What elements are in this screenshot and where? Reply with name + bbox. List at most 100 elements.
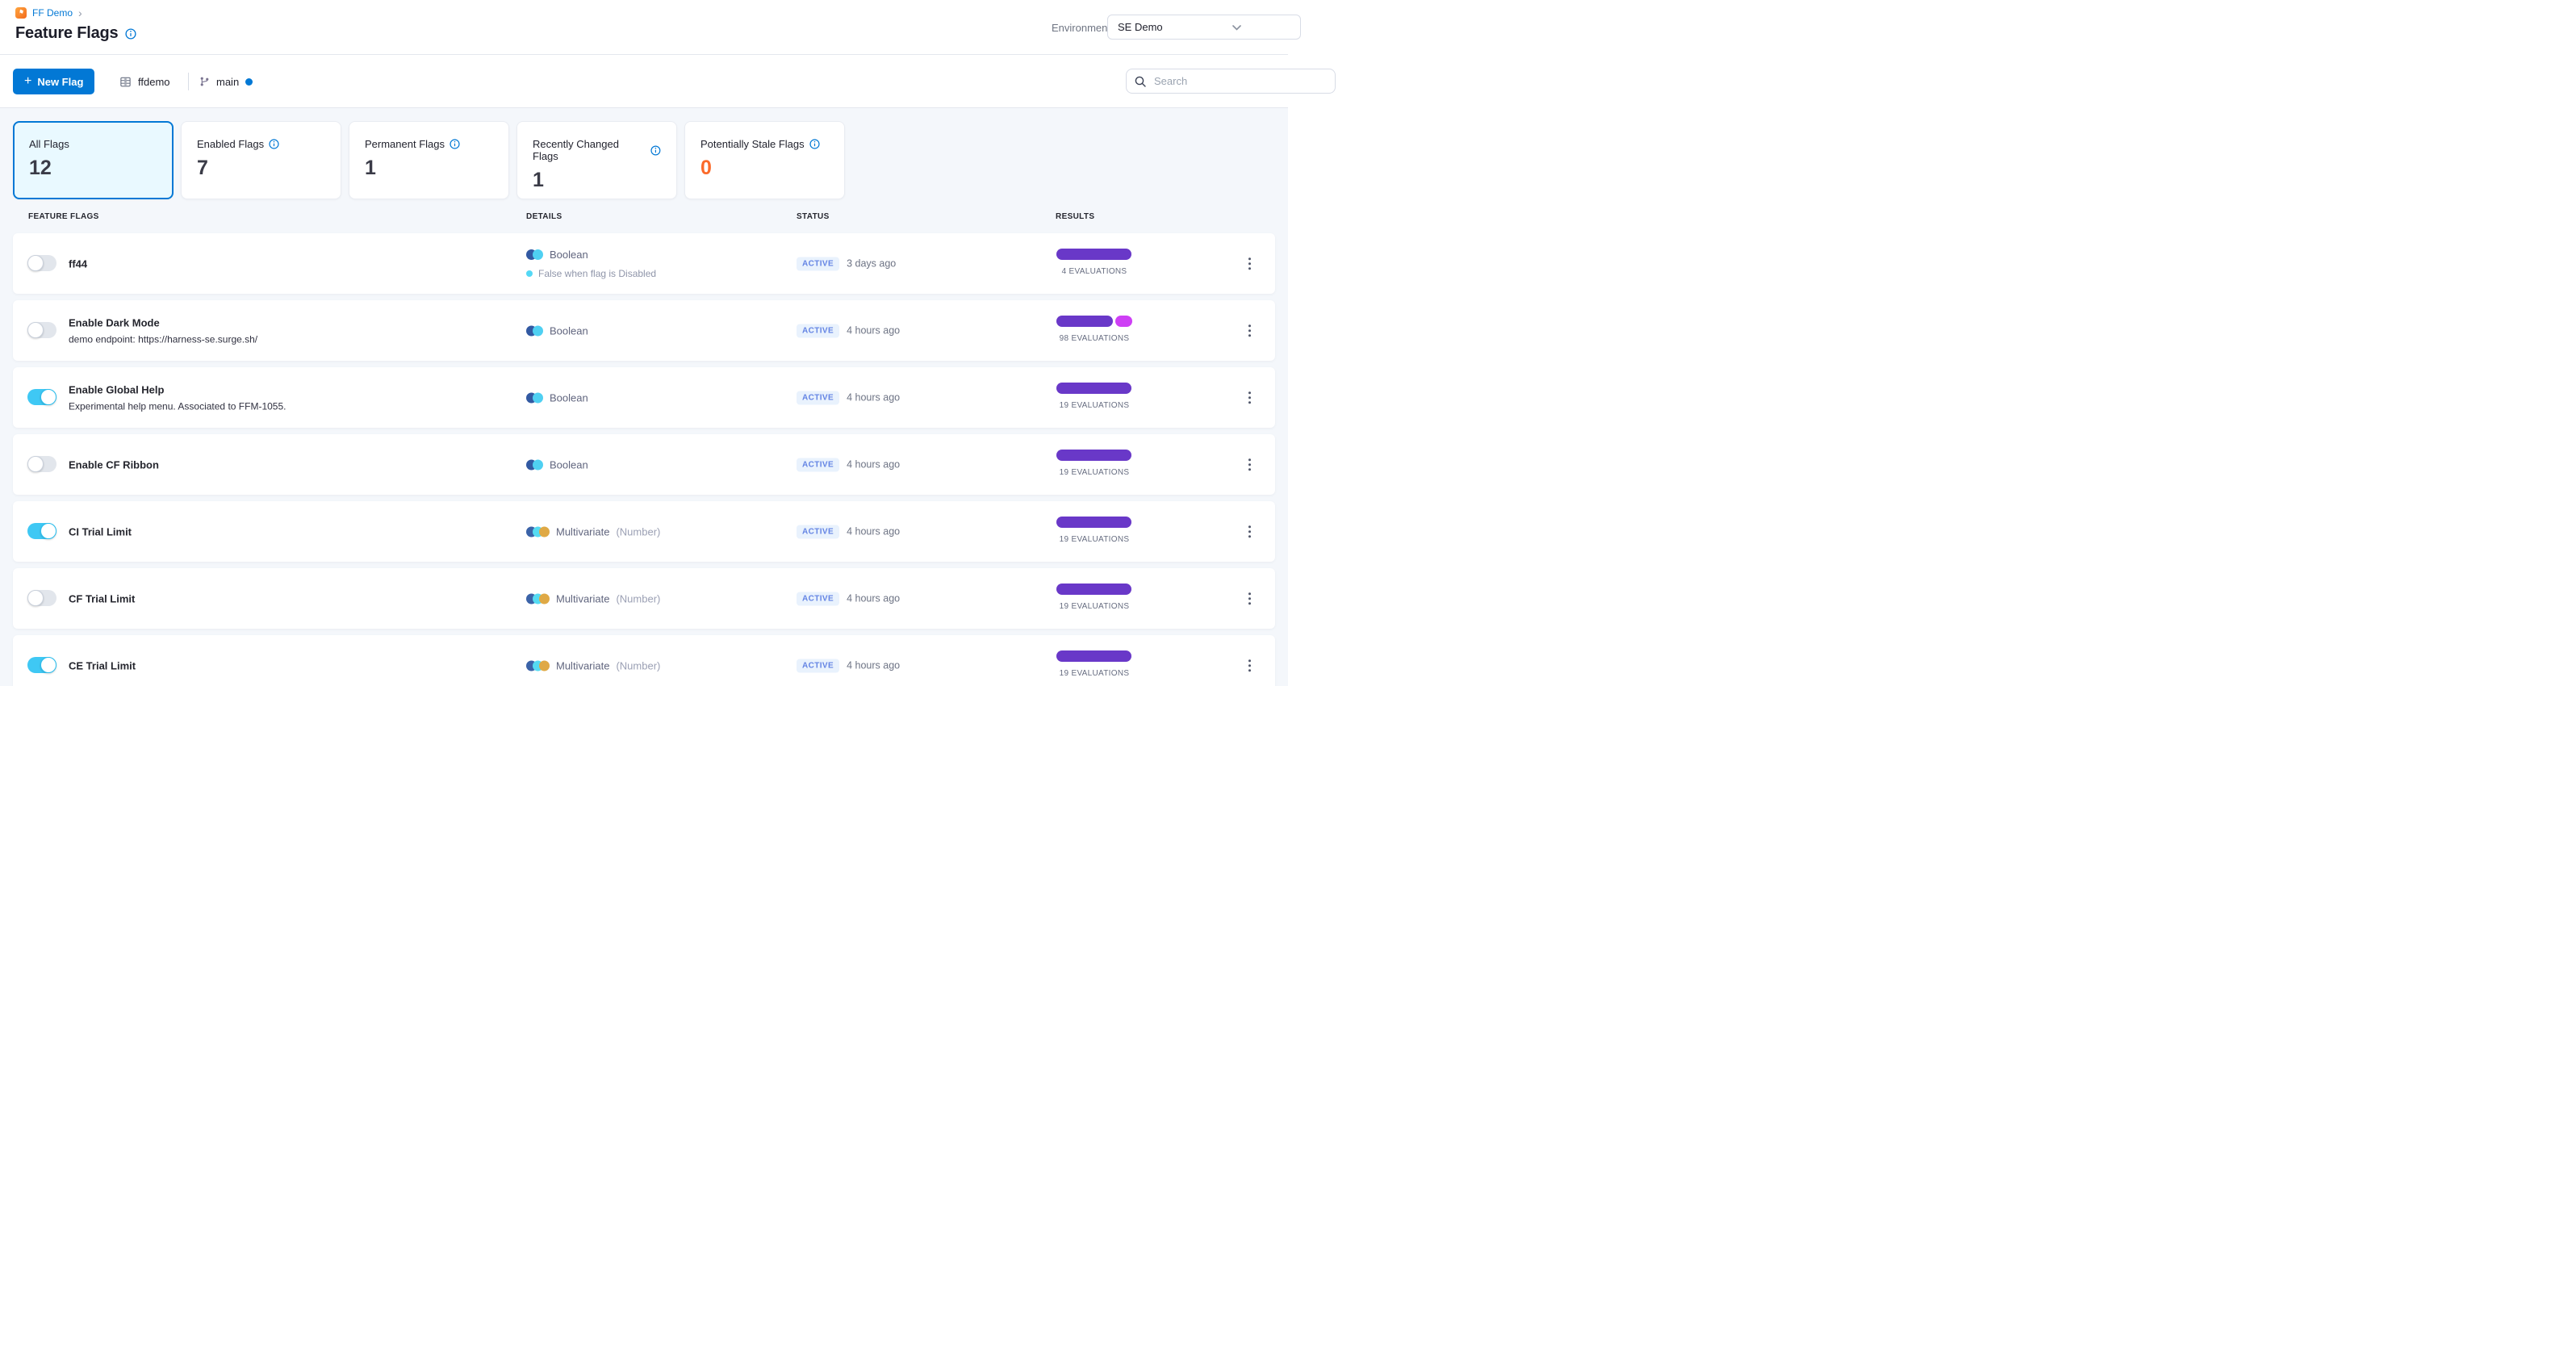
flag-name-block: Enable CF Ribbon bbox=[69, 458, 159, 471]
evaluation-bar-segment bbox=[1115, 316, 1132, 327]
environment-label: Environment bbox=[1052, 22, 1110, 34]
flag-type-line: Boolean bbox=[526, 249, 656, 261]
flag-name: ff44 bbox=[69, 257, 88, 270]
flag-toggle[interactable] bbox=[27, 322, 56, 338]
info-icon[interactable] bbox=[125, 27, 137, 40]
stat-card-potentially-stale-flags[interactable]: Potentially Stale Flags 0 bbox=[684, 121, 845, 199]
stat-card-value: 0 bbox=[700, 157, 712, 179]
last-updated: 4 hours ago bbox=[847, 659, 901, 671]
row-menu-button[interactable] bbox=[1244, 454, 1256, 475]
stat-card-permanent-flags[interactable]: Permanent Flags 1 bbox=[349, 121, 509, 199]
chevron-down-icon bbox=[1232, 25, 1241, 31]
search-box[interactable] bbox=[1126, 69, 1336, 94]
flag-toggle[interactable] bbox=[27, 389, 56, 405]
repository-selector[interactable]: ffdemo bbox=[119, 55, 170, 108]
chevron-right-icon: › bbox=[78, 6, 82, 19]
flag-name: Enable Dark Mode bbox=[69, 316, 160, 328]
boolean-type-icon bbox=[526, 459, 543, 470]
last-updated: 4 hours ago bbox=[847, 391, 901, 404]
flag-row-enable-dark-mode: Enable Dark Mode demo endpoint: https://h… bbox=[13, 300, 1275, 361]
evaluation-bar-segment bbox=[1056, 517, 1131, 528]
breadcrumb[interactable]: FF Demo › bbox=[15, 7, 82, 19]
info-icon[interactable] bbox=[650, 145, 661, 156]
flag-description: demo endpoint: https://harness-se.surge.… bbox=[69, 333, 258, 345]
stat-card-label-row: Recently Changed Flags bbox=[533, 138, 661, 162]
variation-dot bbox=[533, 459, 543, 470]
row-menu-button[interactable] bbox=[1244, 521, 1256, 542]
kebab-dot bbox=[1248, 266, 1251, 270]
flag-name: CE Trial Limit bbox=[69, 659, 136, 671]
status-badge: ACTIVE bbox=[797, 659, 840, 672]
flag-status: ACTIVE 4 hours ago bbox=[797, 525, 900, 538]
flag-type-label: Boolean bbox=[550, 248, 588, 261]
kebab-dot bbox=[1248, 333, 1251, 337]
info-icon[interactable] bbox=[269, 139, 279, 149]
flag-details: Boolean bbox=[526, 324, 588, 337]
flag-results: 19 EVALUATIONS bbox=[1056, 650, 1132, 678]
kebab-dot bbox=[1248, 467, 1251, 471]
flag-name-block: CE Trial Limit bbox=[69, 659, 136, 671]
evaluation-bars bbox=[1056, 584, 1132, 595]
variation-dot bbox=[539, 593, 550, 604]
column-header-details: DETAILS bbox=[526, 212, 562, 221]
row-menu-button[interactable] bbox=[1244, 588, 1256, 609]
plus-icon: + bbox=[24, 74, 32, 88]
flag-row-ce-trial-limit: CE Trial Limit Multivariate (Number) ACTIVE… bbox=[13, 635, 1275, 686]
branch-selector[interactable]: main bbox=[199, 55, 253, 108]
last-updated: 3 days ago bbox=[847, 257, 897, 270]
row-menu-button[interactable] bbox=[1244, 320, 1256, 341]
evaluation-bars bbox=[1056, 517, 1132, 528]
flag-toggle[interactable] bbox=[27, 657, 56, 673]
flag-details: Multivariate (Number) bbox=[526, 525, 660, 538]
breadcrumb-project-link[interactable]: FF Demo bbox=[32, 7, 73, 19]
toolbar: + New Flag ffdemo main bbox=[0, 55, 1336, 108]
flag-type-line: Boolean bbox=[526, 458, 588, 471]
search-input[interactable] bbox=[1152, 74, 1282, 88]
row-menu-button[interactable] bbox=[1244, 655, 1256, 676]
flag-toggle[interactable] bbox=[27, 590, 56, 606]
stat-card-enabled-flags[interactable]: Enabled Flags 7 bbox=[181, 121, 341, 199]
flag-type-suffix: (Number) bbox=[616, 525, 661, 538]
stat-card-recently-changed-flags[interactable]: Recently Changed Flags 1 bbox=[516, 121, 677, 199]
flag-toggle[interactable] bbox=[27, 255, 56, 271]
branch-status-dot bbox=[245, 77, 253, 86]
kebab-dot bbox=[1248, 659, 1251, 663]
row-menu-button[interactable] bbox=[1244, 387, 1256, 408]
flag-results: 4 EVALUATIONS bbox=[1056, 249, 1132, 276]
stat-card-label: Permanent Flags bbox=[365, 138, 445, 150]
kebab-dot bbox=[1248, 400, 1251, 404]
status-badge: ACTIVE bbox=[797, 592, 840, 605]
flag-toggle[interactable] bbox=[27, 523, 56, 539]
boolean-type-icon bbox=[526, 249, 543, 260]
row-menu-button[interactable] bbox=[1244, 253, 1256, 274]
info-icon[interactable] bbox=[450, 139, 460, 149]
stat-card-label-row: All Flags bbox=[29, 138, 157, 150]
kebab-dot bbox=[1248, 596, 1251, 600]
flag-details: Boolean bbox=[526, 458, 588, 471]
kebab-dot bbox=[1248, 458, 1251, 462]
new-flag-label: New Flag bbox=[37, 75, 84, 88]
new-flag-button[interactable]: + New Flag bbox=[13, 69, 95, 94]
flag-description: Experimental help menu. Associated to FF… bbox=[69, 400, 286, 412]
default-variation-note: False when flag is Disabled bbox=[526, 268, 656, 279]
info-icon[interactable] bbox=[809, 139, 820, 149]
flag-name-block: ff44 bbox=[69, 257, 87, 270]
kebab-dot bbox=[1248, 462, 1251, 466]
last-updated: 4 hours ago bbox=[847, 324, 901, 337]
flag-results: 19 EVALUATIONS bbox=[1056, 450, 1132, 477]
divider bbox=[188, 73, 189, 90]
table-header: FEATURE FLAGS DETAILS STATUS RESULTS bbox=[13, 199, 1275, 233]
stat-card-label-row: Enabled Flags bbox=[197, 138, 325, 150]
flag-row-cf-trial-limit: CF Trial Limit Multivariate (Number) ACTIVE… bbox=[13, 568, 1275, 629]
flag-type-line: Multivariate (Number) bbox=[526, 592, 660, 604]
evaluation-bar-segment bbox=[1056, 316, 1113, 327]
kebab-dot bbox=[1248, 525, 1251, 529]
stat-card-all-flags[interactable]: All Flags 12 bbox=[13, 121, 174, 199]
flag-type-line: Multivariate (Number) bbox=[526, 659, 660, 671]
flag-toggle[interactable] bbox=[27, 456, 56, 472]
environment-select[interactable]: SE Demo bbox=[1107, 15, 1301, 40]
environment-value: SE Demo bbox=[1118, 21, 1163, 33]
status-badge: ACTIVE bbox=[797, 324, 840, 337]
page-header: FF Demo › Feature Flags Environment SE D… bbox=[0, 0, 1301, 55]
stat-card-label-row: Potentially Stale Flags bbox=[700, 138, 829, 150]
